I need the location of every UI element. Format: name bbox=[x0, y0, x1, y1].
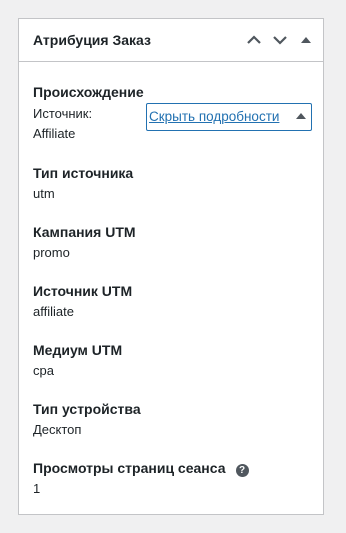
order-attribution-panel: Атрибуция Заказ Происхождение Источник: … bbox=[18, 18, 324, 515]
field-value: utm bbox=[33, 186, 55, 201]
panel-body: Происхождение Источник: Affiliate Скрыть… bbox=[19, 62, 323, 498]
origin-source-prefix: Источник: bbox=[33, 106, 93, 121]
field-label: Кампания UTM bbox=[33, 224, 136, 240]
origin-source-value: Affiliate bbox=[33, 126, 76, 141]
field-label: Тип устройства bbox=[33, 401, 141, 417]
hide-details-link[interactable]: Скрыть подробности bbox=[149, 108, 279, 126]
move-down-button[interactable] bbox=[267, 22, 293, 58]
triangle-up-icon bbox=[296, 113, 306, 119]
field-value: 1 bbox=[33, 481, 41, 496]
field-value: affiliate bbox=[33, 304, 74, 319]
chevron-up-icon bbox=[247, 35, 261, 44]
field-source-type: Тип источника utm bbox=[33, 164, 309, 203]
move-up-button[interactable] bbox=[241, 22, 267, 58]
field-session-page-views: Просмотры страниц сеанса? 1 bbox=[33, 459, 309, 498]
field-label: Источник UTM bbox=[33, 283, 133, 299]
field-label-row: Просмотры страниц сеанса? bbox=[33, 459, 309, 477]
panel-handle-actions bbox=[241, 19, 323, 61]
origin-label: Происхождение bbox=[33, 84, 144, 100]
panel-title: Атрибуция Заказ bbox=[33, 32, 151, 48]
origin-section: Происхождение Источник: Affiliate Скрыть… bbox=[33, 62, 312, 144]
panel-header: Атрибуция Заказ bbox=[19, 19, 323, 62]
chevron-down-icon bbox=[273, 36, 287, 45]
field-device-type: Тип устройства Десктоп bbox=[33, 400, 309, 439]
field-utm-source: Источник UTM affiliate bbox=[33, 282, 309, 321]
field-label: Просмотры страниц сеанса bbox=[33, 460, 226, 476]
origin-row: Источник: Affiliate Скрыть подробности bbox=[33, 103, 312, 144]
help-icon[interactable]: ? bbox=[235, 464, 249, 477]
origin-source: Источник: Affiliate bbox=[33, 104, 133, 144]
field-utm-medium: Медиум UTM cpa bbox=[33, 341, 309, 380]
field-value: Десктоп bbox=[33, 422, 82, 437]
field-value: cpa bbox=[33, 363, 54, 378]
field-value: promo bbox=[33, 245, 70, 260]
field-label: Медиум UTM bbox=[33, 342, 123, 358]
field-label: Тип источника bbox=[33, 165, 134, 181]
triangle-up-icon bbox=[301, 37, 311, 43]
details-toggle[interactable]: Скрыть подробности bbox=[146, 103, 312, 131]
field-utm-campaign: Кампания UTM promo bbox=[33, 223, 309, 262]
toggle-panel-button[interactable] bbox=[293, 22, 319, 58]
